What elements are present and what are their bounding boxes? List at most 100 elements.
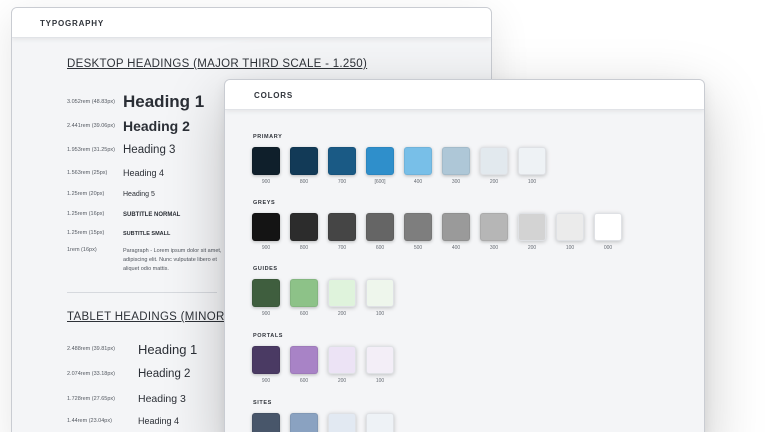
- color-swatch[interactable]: 100: [556, 213, 584, 251]
- color-swatch[interactable]: 400: [404, 147, 432, 185]
- swatch-row-sites: 900 600 200 100: [252, 413, 404, 432]
- color-chip[interactable]: [366, 413, 394, 432]
- type-row-desktop-h4: 1.563rem (25px) Heading 4: [67, 168, 164, 178]
- color-swatch[interactable]: 200: [518, 213, 546, 251]
- color-chip-label: 100: [565, 245, 575, 251]
- type-size: 2.074rem (33.18px): [67, 370, 115, 377]
- color-swatch[interactable]: 900: [252, 413, 280, 432]
- color-chip[interactable]: [252, 346, 280, 374]
- type-row-tablet-h1: 2.488rem (39.81px) Heading 1: [67, 342, 197, 357]
- type-row-desktop-h2: 2.441rem (39.06px) Heading 2: [67, 118, 190, 134]
- color-chip[interactable]: [252, 279, 280, 307]
- type-row-desktop-h5: 1.25rem (20px) Heading 5: [67, 191, 155, 198]
- color-chip-label: 900: [261, 378, 271, 384]
- type-sample: Heading 2: [123, 118, 190, 134]
- color-chip[interactable]: [480, 213, 508, 241]
- color-chip-label: 200: [337, 378, 347, 384]
- type-size: 1.25rem (20px): [67, 191, 105, 197]
- color-swatch[interactable]: 700: [328, 213, 356, 251]
- color-chip-label: 500: [413, 245, 423, 251]
- color-swatch[interactable]: [600]: [366, 147, 394, 185]
- color-chip[interactable]: [328, 346, 356, 374]
- type-size: 1.728rem (27.65px): [67, 395, 115, 402]
- color-swatch[interactable]: 400: [442, 213, 470, 251]
- color-swatch[interactable]: 100: [366, 279, 394, 317]
- color-swatch[interactable]: 900: [252, 213, 280, 251]
- color-swatch[interactable]: 900: [252, 279, 280, 317]
- color-chip[interactable]: [328, 147, 356, 175]
- color-swatch[interactable]: 900: [252, 346, 280, 384]
- color-swatch[interactable]: 100: [518, 147, 546, 185]
- color-swatch[interactable]: 600: [366, 213, 394, 251]
- color-swatch[interactable]: 600: [290, 279, 318, 317]
- color-swatch[interactable]: 100: [366, 413, 394, 432]
- color-swatch[interactable]: 500: [404, 213, 432, 251]
- type-row-desktop-h1: 3.052rem (48.83px) Heading 1: [67, 92, 204, 112]
- type-row-tablet-h3: 1.728rem (27.65px) Heading 3: [67, 393, 186, 405]
- color-swatch[interactable]: 800: [290, 147, 318, 185]
- type-size: 1.25rem (16px): [67, 211, 105, 217]
- color-chip[interactable]: [366, 147, 394, 175]
- color-swatch[interactable]: 200: [328, 346, 356, 384]
- color-chip[interactable]: [290, 413, 318, 432]
- color-chip[interactable]: [404, 147, 432, 175]
- color-chip[interactable]: [442, 147, 470, 175]
- color-chip[interactable]: [252, 147, 280, 175]
- color-chip[interactable]: [594, 213, 622, 241]
- color-swatch[interactable]: 200: [328, 413, 356, 432]
- type-sample: Heading 1: [123, 92, 205, 111]
- color-chip-label: 800: [299, 245, 309, 251]
- color-swatch[interactable]: 300: [480, 213, 508, 251]
- type-sample: Heading 4: [138, 416, 180, 426]
- color-chip[interactable]: [290, 213, 318, 241]
- type-row-subtitle-small: 1.25rem (15px) SUBTITLE SMALL: [67, 230, 170, 237]
- color-swatch[interactable]: 300: [442, 147, 470, 185]
- type-row-subtitle-normal: 1.25rem (16px) SUBTITLE NORMAL: [67, 211, 180, 218]
- color-group-label-primary: PRIMARY: [253, 134, 283, 140]
- color-chip[interactable]: [290, 346, 318, 374]
- color-swatch[interactable]: 900: [252, 147, 280, 185]
- color-chip[interactable]: [328, 279, 356, 307]
- paragraph-sample: Paragraph - Lorem ipsum dolor sit amet, …: [123, 248, 222, 272]
- color-chip[interactable]: [252, 413, 280, 432]
- color-swatch[interactable]: 600: [290, 346, 318, 384]
- color-group-label-greys: GREYS: [253, 200, 276, 206]
- type-size: 1.953rem (31.25px): [67, 146, 115, 153]
- color-swatch[interactable]: 600: [290, 413, 318, 432]
- color-chip[interactable]: [442, 213, 470, 241]
- color-chip-label: 000: [603, 245, 613, 251]
- color-chip-label: 600: [299, 378, 309, 384]
- type-sample: Heading 5: [123, 191, 155, 198]
- color-chip-label: 200: [527, 245, 537, 251]
- type-sample: SUBTITLE SMALL: [123, 230, 171, 237]
- color-chip[interactable]: [518, 213, 546, 241]
- color-chip[interactable]: [366, 213, 394, 241]
- color-chip-label: 700: [337, 179, 347, 185]
- color-chip[interactable]: [518, 147, 546, 175]
- color-chip[interactable]: [328, 213, 356, 241]
- color-chip-label: 100: [375, 311, 385, 317]
- color-chip[interactable]: [252, 213, 280, 241]
- color-chip[interactable]: [328, 413, 356, 432]
- color-chip[interactable]: [290, 147, 318, 175]
- type-size: 1.25rem (15px): [67, 230, 105, 236]
- color-swatch[interactable]: 800: [290, 213, 318, 251]
- color-swatch[interactable]: 200: [328, 279, 356, 317]
- type-row-tablet-h2: 2.074rem (33.18px) Heading 2: [67, 368, 190, 380]
- color-swatch[interactable]: 700: [328, 147, 356, 185]
- color-chip[interactable]: [366, 346, 394, 374]
- type-size: 2.441rem (39.06px): [67, 122, 115, 129]
- color-swatch[interactable]: 100: [366, 346, 394, 384]
- color-swatch[interactable]: 200: [480, 147, 508, 185]
- swatch-row-greys: 900 800 700 600 500 400 300 200 100 000: [252, 213, 632, 251]
- swatch-row-guides: 900 600 200 100: [252, 279, 404, 317]
- color-chip[interactable]: [290, 279, 318, 307]
- color-chip[interactable]: [404, 213, 432, 241]
- color-swatch[interactable]: 000: [594, 213, 622, 251]
- color-chip[interactable]: [556, 213, 584, 241]
- type-size: 2.488rem (39.81px): [67, 346, 115, 352]
- color-chip[interactable]: [366, 279, 394, 307]
- color-chip-label: 100: [375, 378, 385, 384]
- typography-panel-title: TYPOGRAPHY: [12, 8, 491, 38]
- color-chip[interactable]: [480, 147, 508, 175]
